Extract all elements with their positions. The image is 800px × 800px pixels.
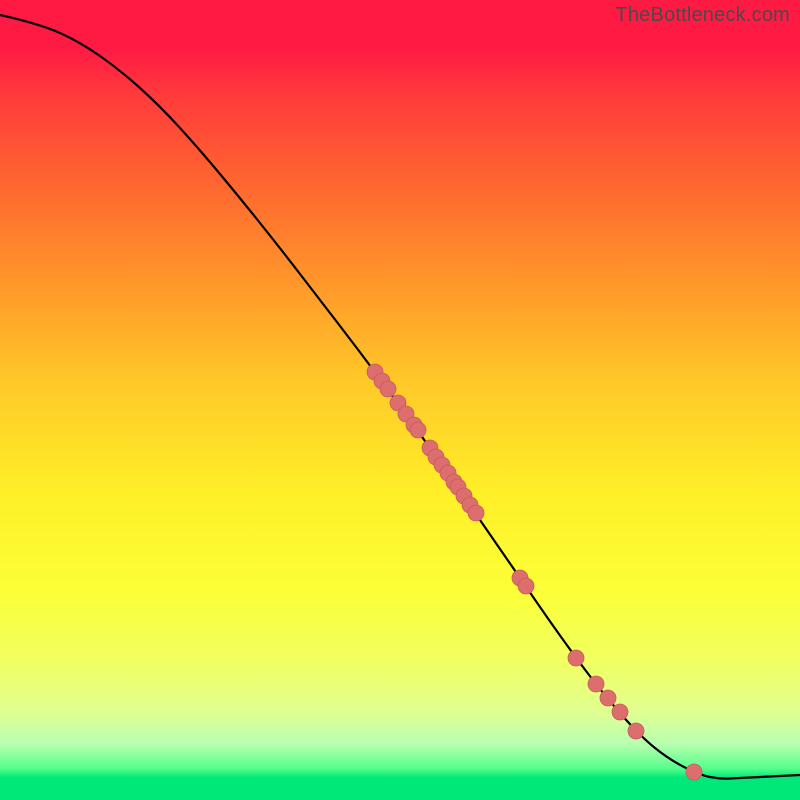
data-point: [588, 676, 604, 692]
chart-stage: TheBottleneck.com: [0, 0, 800, 800]
watermark-label: TheBottleneck.com: [615, 4, 790, 27]
data-point: [568, 650, 584, 666]
data-point: [380, 381, 396, 397]
data-point: [518, 578, 534, 594]
data-points-group: [367, 364, 702, 780]
chart-svg: [0, 0, 800, 800]
data-point: [612, 704, 628, 720]
data-point: [686, 764, 702, 780]
data-point: [600, 690, 616, 706]
data-point: [410, 422, 426, 438]
data-point: [468, 505, 484, 521]
data-point: [628, 723, 644, 739]
